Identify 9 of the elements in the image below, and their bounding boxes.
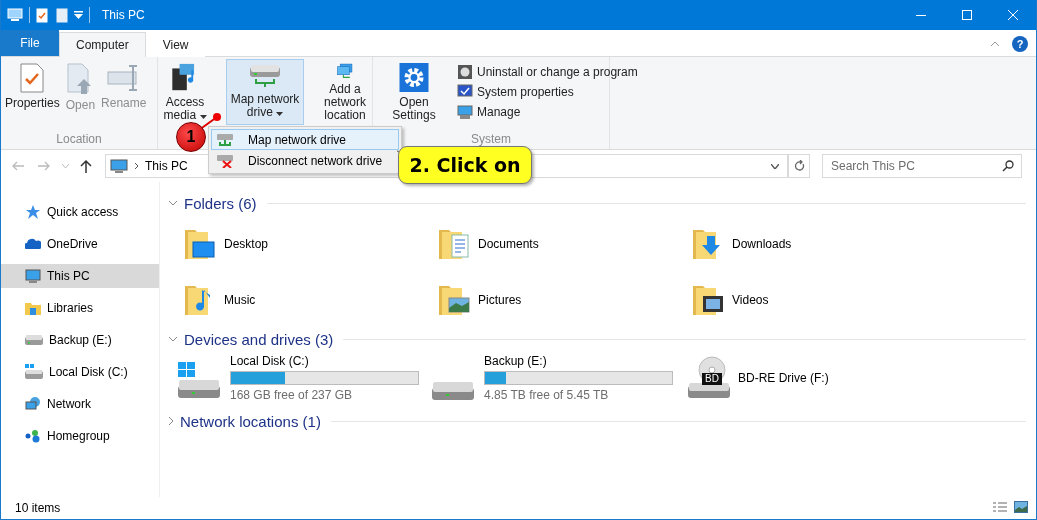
path-text: This PC (145, 159, 188, 173)
group-label: System (470, 131, 512, 148)
free-space-text: 168 GB free of 237 GB (230, 388, 354, 402)
window-title: This PC (102, 8, 146, 22)
callout: 2. Click on (398, 146, 532, 184)
free-space-text: 4.85 TB free of 5.45 TB (484, 388, 610, 402)
drive-badge: BD (702, 373, 722, 385)
status-text: 10 items (15, 501, 61, 515)
group-label: Location (55, 131, 103, 148)
